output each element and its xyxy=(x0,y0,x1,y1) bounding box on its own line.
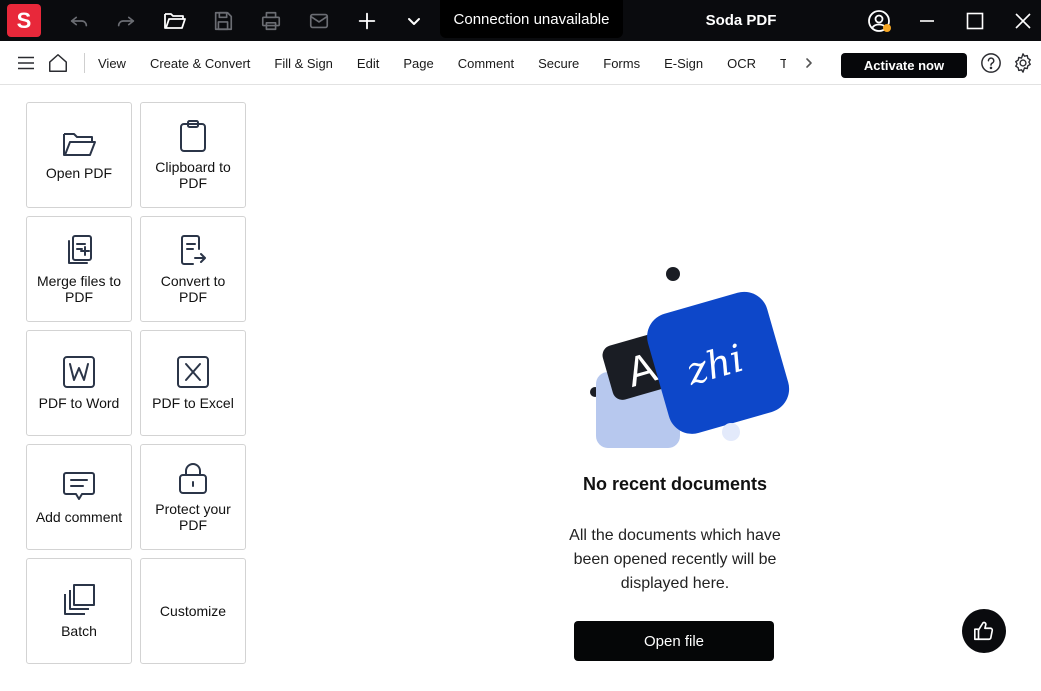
tile-batch[interactable]: Batch xyxy=(26,558,132,664)
tile-customize[interactable]: Customize xyxy=(140,558,246,664)
tile-open-pdf[interactable]: Open PDF xyxy=(26,102,132,208)
menu-item-forms[interactable]: Forms xyxy=(591,41,652,85)
open-file-button[interactable]: Open file xyxy=(574,621,774,661)
mail-icon xyxy=(309,13,329,28)
word-icon xyxy=(63,356,95,388)
no-documents-illustration: A zhi xyxy=(590,267,790,448)
comment-icon xyxy=(63,472,95,500)
undo-icon xyxy=(70,16,88,26)
convert-document-icon xyxy=(181,235,206,265)
print-button[interactable] xyxy=(255,0,287,41)
empty-state-description: All the documents which have been opened… xyxy=(569,527,781,592)
tile-merge-files[interactable]: Merge files to PDF xyxy=(26,216,132,322)
menu-item-fill-sign[interactable]: Fill & Sign xyxy=(262,41,345,85)
menu-item-create-convert[interactable]: Create & Convert xyxy=(138,41,262,85)
menu-scroll-right-button[interactable] xyxy=(800,41,818,85)
empty-state-title: No recent documents xyxy=(582,474,768,494)
open-button[interactable] xyxy=(159,0,191,41)
app-logo[interactable]: S xyxy=(7,4,41,37)
chevron-right-icon xyxy=(806,58,812,68)
maximize-icon xyxy=(966,12,984,29)
title-bar: S Connection unavailable Soda PDF xyxy=(0,0,1041,41)
help-icon xyxy=(981,53,1001,73)
close-icon xyxy=(1015,12,1031,29)
thumbs-up-icon xyxy=(974,621,994,641)
hamburger-menu-icon xyxy=(18,56,34,70)
undo-button[interactable] xyxy=(63,0,95,41)
lock-icon xyxy=(179,463,207,494)
menu-item-page[interactable]: Page xyxy=(391,41,445,85)
home-button[interactable] xyxy=(44,41,72,85)
print-icon xyxy=(261,11,281,30)
minimize-icon xyxy=(920,19,934,22)
app-title: Soda PDF xyxy=(705,12,777,29)
user-account-button[interactable] xyxy=(864,0,894,41)
menu-item-esign[interactable]: E-Sign xyxy=(652,41,715,85)
status-dot xyxy=(883,24,891,32)
menu-separator xyxy=(84,53,85,73)
menu-items: View Create & Convert Fill & Sign Edit P… xyxy=(86,41,786,85)
tile-add-comment[interactable]: Add comment xyxy=(26,444,132,550)
batch-icon xyxy=(64,584,95,615)
tile-protect-pdf[interactable]: Protect your PDF xyxy=(140,444,246,550)
menu-item-comment[interactable]: Comment xyxy=(446,41,526,85)
tile-pdf-to-word[interactable]: PDF to Word xyxy=(26,330,132,436)
app-window: S Connection unavailable Soda PDF View C… xyxy=(0,0,1041,691)
tile-pdf-to-excel[interactable]: PDF to Excel xyxy=(140,330,246,436)
merge-files-icon xyxy=(68,235,92,264)
home-icon xyxy=(49,54,67,72)
settings-button[interactable] xyxy=(1010,41,1036,85)
more-dropdown-button[interactable] xyxy=(400,0,428,41)
menu-item-truncated[interactable]: T xyxy=(768,41,786,85)
illustration-dot-top xyxy=(666,267,680,281)
folder-open-icon xyxy=(63,133,96,156)
activate-now-button[interactable]: Activate now xyxy=(841,53,967,78)
connection-tooltip: Connection unavailable xyxy=(440,0,623,38)
maximize-button[interactable] xyxy=(960,0,990,41)
menu-item-edit[interactable]: Edit xyxy=(345,41,391,85)
menu-item-secure[interactable]: Secure xyxy=(526,41,591,85)
minimize-button[interactable] xyxy=(912,0,942,41)
chevron-down-icon xyxy=(408,17,420,25)
save-icon xyxy=(214,11,233,30)
plus-icon xyxy=(358,12,376,29)
illustration-dot-light xyxy=(722,423,740,441)
help-button[interactable] xyxy=(978,41,1004,85)
menu-item-view[interactable]: View xyxy=(86,41,138,85)
redo-button[interactable] xyxy=(110,0,142,41)
mail-button[interactable] xyxy=(303,0,335,41)
tile-convert-to-pdf[interactable]: Convert to PDF xyxy=(140,216,246,322)
menu-bar: View Create & Convert Fill & Sign Edit P… xyxy=(0,41,1041,85)
redo-icon xyxy=(117,16,135,26)
feedback-button[interactable] xyxy=(962,609,1006,653)
save-button[interactable] xyxy=(207,0,239,41)
menu-item-ocr[interactable]: OCR xyxy=(715,41,768,85)
close-button[interactable] xyxy=(1008,0,1038,41)
clipboard-icon xyxy=(180,120,206,152)
tile-clipboard-to-pdf[interactable]: Clipboard to PDF xyxy=(140,102,246,208)
open-folder-icon xyxy=(164,12,186,29)
excel-icon xyxy=(177,356,209,388)
settings-gear-icon xyxy=(1015,53,1031,73)
hamburger-menu-button[interactable] xyxy=(12,41,40,85)
new-button[interactable] xyxy=(351,0,383,41)
